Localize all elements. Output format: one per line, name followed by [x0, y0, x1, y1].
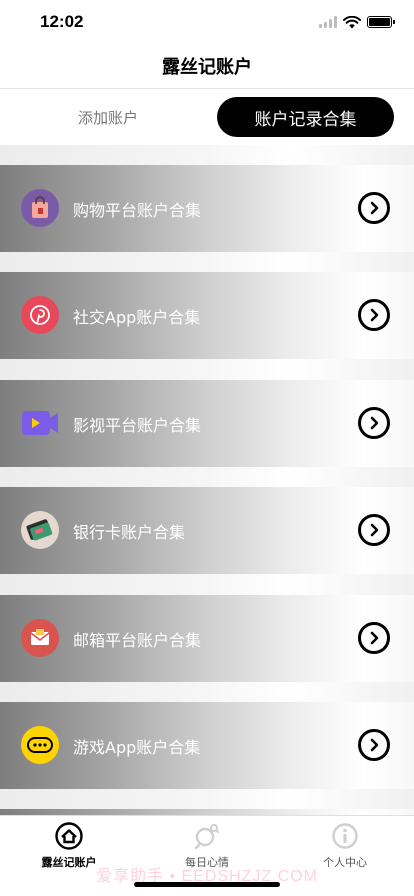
chevron-right-icon[interactable]	[358, 514, 390, 546]
card-label: 游戏App账户合集	[73, 737, 201, 757]
chevron-right-icon[interactable]	[358, 622, 390, 654]
status-time: 12:02	[40, 12, 84, 31]
pinterest-icon	[21, 296, 59, 334]
video-icon	[21, 404, 59, 442]
chevron-right-icon[interactable]	[358, 407, 390, 439]
card-mail-accounts[interactable]: 邮箱平台账户合集	[0, 595, 414, 682]
battery-icon	[367, 16, 395, 28]
card-shopping-accounts[interactable]: 购物平台账户合集	[0, 165, 414, 252]
tab-account-records[interactable]: 账户记录合集	[217, 97, 394, 137]
mail-icon	[21, 619, 59, 657]
segment-bar: 添加账户 账户记录合集	[0, 89, 414, 145]
chevron-right-icon[interactable]	[358, 299, 390, 331]
gamepad-icon	[21, 726, 59, 764]
home-indicator	[134, 882, 280, 887]
card-label: 购物平台账户合集	[73, 200, 202, 220]
card-video-accounts[interactable]: 影视平台账户合集	[0, 380, 414, 467]
home-icon	[55, 822, 83, 850]
shopping-bag-icon	[21, 189, 59, 227]
card-game-accounts[interactable]: 游戏App账户合集	[0, 702, 414, 789]
card-label: 银行卡账户合集	[73, 522, 186, 542]
chevron-right-icon[interactable]	[358, 192, 390, 224]
mood-search-icon	[193, 822, 221, 850]
bank-card-icon	[21, 511, 59, 549]
page-title: 露丝记账户	[162, 57, 252, 78]
account-category-list: 购物平台账户合集 社交App账户合集 影视平台账户合集 银行卡账户合集 邮箱平台…	[0, 145, 414, 815]
card-label: 社交App账户合集	[73, 307, 201, 327]
cellular-signal-icon	[319, 16, 337, 28]
card-label: 影视平台账户合集	[73, 415, 202, 435]
tab-add-account[interactable]: 添加账户	[30, 97, 186, 137]
status-icons	[319, 15, 395, 29]
card-social-accounts[interactable]: 社交App账户合集	[0, 272, 414, 359]
status-bar: 12:02	[0, 0, 414, 44]
info-icon	[331, 822, 359, 850]
wifi-icon	[343, 15, 361, 28]
card-label: 邮箱平台账户合集	[73, 630, 202, 650]
card-bank-card-accounts[interactable]: 银行卡账户合集	[0, 487, 414, 574]
chevron-right-icon[interactable]	[358, 729, 390, 761]
